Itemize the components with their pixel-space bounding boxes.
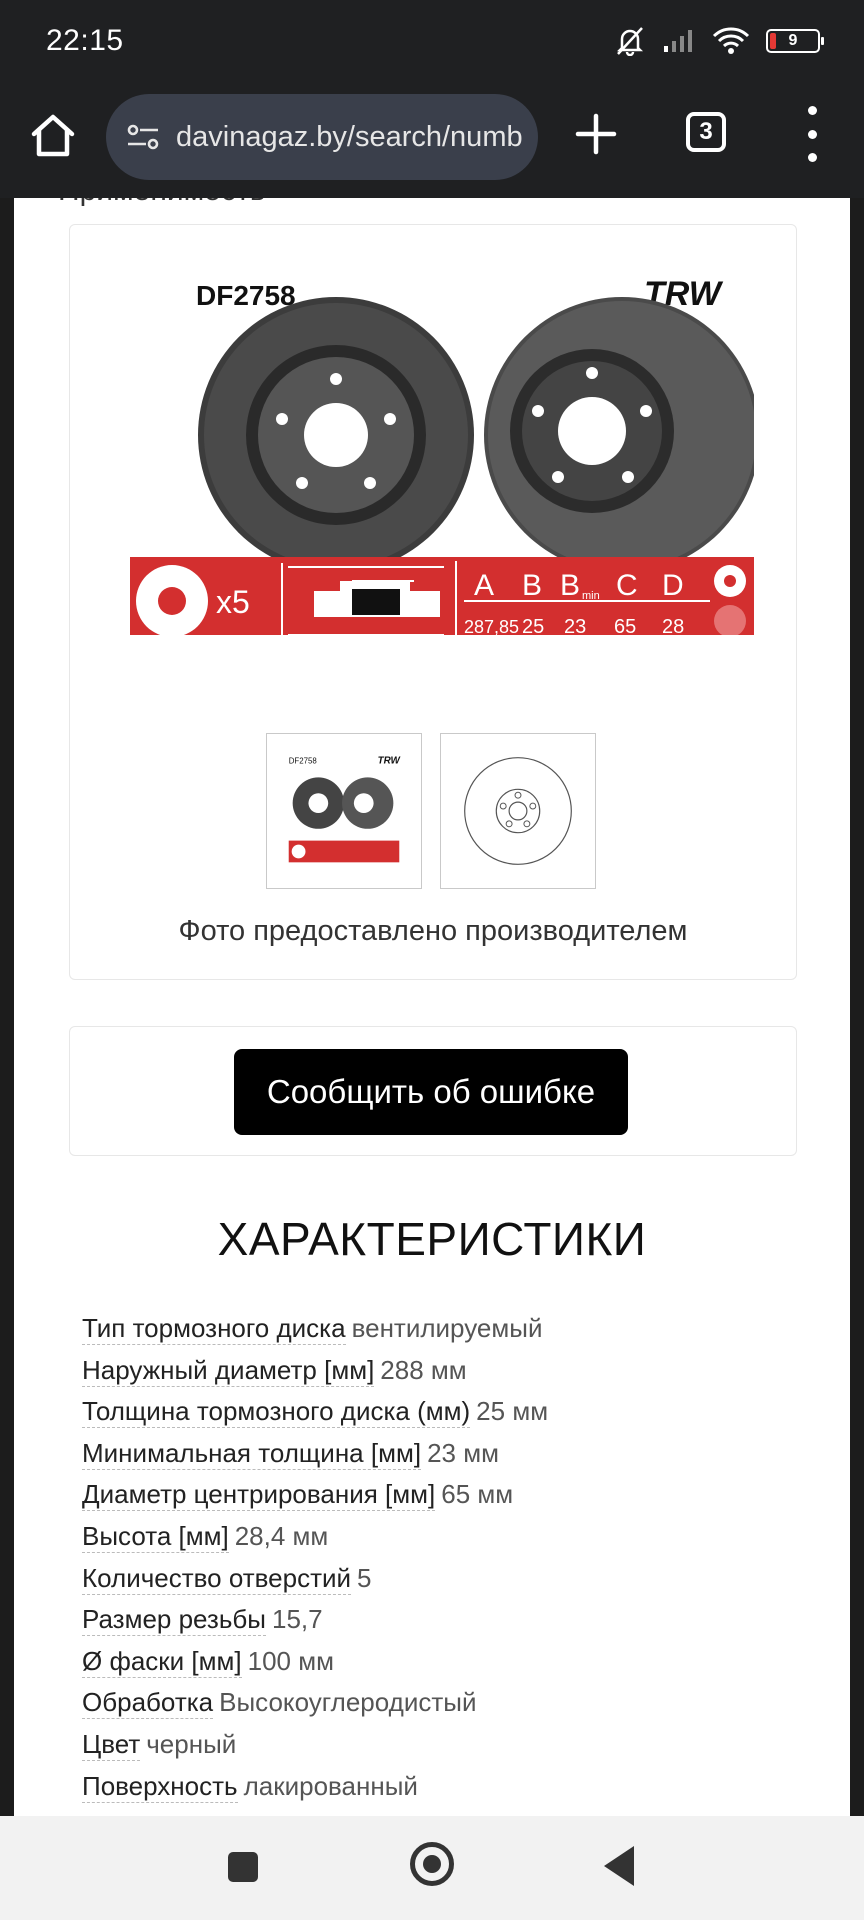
- part-number-label: DF2758: [196, 280, 296, 311]
- dim-value-c: 65: [614, 616, 636, 635]
- spec-key: Минимальная толщина [мм]: [82, 1437, 422, 1470]
- browser-toolbar: davinagaz.by/search/numb 3: [0, 88, 864, 198]
- status-icons: 9: [614, 26, 824, 56]
- spec-key: Цвет: [82, 1728, 141, 1761]
- report-error-button[interactable]: Сообщить об ошибке: [234, 1049, 628, 1135]
- spec-row: Ø фаски [мм] 100 мм: [82, 1643, 548, 1685]
- brake-disc-back: [484, 297, 754, 573]
- spec-row: Цвет черный: [82, 1726, 548, 1768]
- thumbnail-drawing[interactable]: [440, 733, 596, 889]
- thumbnail-product[interactable]: DF2758 TRW: [266, 733, 422, 889]
- spec-key: Поверхность: [82, 1770, 238, 1803]
- photo-caption: Фото предоставлено производителем: [178, 915, 688, 947]
- spec-key: Высота [мм]: [82, 1520, 229, 1553]
- status-bar: 22:15 9: [0, 0, 864, 88]
- spec-key: Тип тормозного диска: [82, 1313, 346, 1345]
- recents-icon[interactable]: [228, 1852, 258, 1882]
- spec-key: Обработка: [82, 1687, 214, 1720]
- spec-list: Тип тормозного диска вентилируемый Наружн…: [82, 1310, 548, 1809]
- dim-header-a: A: [474, 569, 494, 602]
- status-time: 22:15: [46, 24, 124, 57]
- spec-key: Толщина тормозного диска (мм): [82, 1396, 471, 1429]
- spec-value: черный: [146, 1728, 237, 1759]
- signal-icon: [664, 30, 692, 52]
- spec-row: Тип тормозного диска вентилируемый: [82, 1310, 548, 1352]
- site-settings-icon[interactable]: [126, 122, 160, 152]
- spec-row: Размер резьбы 15,7: [82, 1601, 548, 1643]
- product-image-card: DF2758 TRW x5 A B B min C D 287,85 25 23…: [69, 224, 797, 980]
- thumbnail-part-number: DF2758: [289, 757, 318, 766]
- spec-value: 15,7: [271, 1604, 323, 1635]
- section-header: Применимость: [58, 198, 265, 208]
- battery-level: 9: [788, 32, 798, 49]
- spec-value: лакированный: [243, 1770, 418, 1801]
- dim-value-d: 28: [662, 616, 684, 635]
- spec-row: Диаметр центрирования [мм] 65 мм: [82, 1476, 548, 1518]
- brake-disc-front: [198, 297, 474, 573]
- url-bar[interactable]: davinagaz.by/search/numb: [106, 94, 538, 180]
- spec-value: 5: [357, 1562, 372, 1593]
- thumbnail-strip: DF2758 TRW: [266, 733, 596, 889]
- spec-key: Размер резьбы: [82, 1604, 266, 1637]
- dim-header-bmin: B: [560, 569, 580, 602]
- tab-count: 3: [699, 118, 713, 145]
- home-circle-icon[interactable]: [410, 1842, 454, 1886]
- spec-value: 288 мм: [380, 1354, 467, 1385]
- spec-row: Обработка Высокоуглеродистый: [82, 1684, 548, 1726]
- page-content: Применимость DF2758 TRW: [14, 198, 850, 1816]
- tabs-icon[interactable]: 3: [686, 112, 726, 152]
- mute-bell-icon: [616, 27, 644, 56]
- spec-value: Высокоуглеродистый: [219, 1687, 477, 1718]
- dim-header-d: D: [662, 569, 684, 602]
- bolt-count-label: x5: [216, 584, 250, 620]
- dim-value-b: 25: [522, 616, 544, 635]
- spec-value: 25 мм: [476, 1396, 549, 1427]
- spec-row: Высота [мм] 28,4 мм: [82, 1518, 548, 1560]
- dim-header-c: C: [616, 569, 638, 602]
- battery-icon: 9: [766, 29, 824, 53]
- spec-row: Количество отверстий 5: [82, 1560, 548, 1602]
- spec-value: 28,4 мм: [234, 1520, 329, 1551]
- spec-row: Наружный диаметр [мм] 288 мм: [82, 1352, 548, 1394]
- system-nav-bar: [0, 1816, 864, 1920]
- spec-row: Поверхность лакированный: [82, 1768, 548, 1810]
- url-text[interactable]: davinagaz.by/search/numb: [176, 121, 523, 154]
- report-card: Сообщить об ошибке: [69, 1026, 797, 1156]
- spec-key: Диаметр центрирования [мм]: [82, 1479, 436, 1512]
- home-icon[interactable]: [28, 110, 78, 160]
- spec-key: Ø фаски [мм]: [82, 1645, 242, 1678]
- spec-value: 23 мм: [427, 1437, 499, 1468]
- dimension-table: x5 A B B min C D 287,85 25 23 65 28: [130, 557, 754, 635]
- dim-value-bmin: 23: [564, 616, 586, 635]
- thumbnail-brand: TRW: [378, 756, 402, 767]
- dim-value-a: 287,85: [464, 617, 519, 635]
- spec-value: 65 мм: [441, 1479, 514, 1510]
- wifi-icon: [712, 27, 750, 54]
- dim-header-b: B: [522, 569, 542, 602]
- specs-title: ХАРАКТЕРИСТИКИ: [217, 1213, 647, 1265]
- spec-key: Наружный диаметр [мм]: [82, 1354, 375, 1387]
- spec-row: Толщина тормозного диска (мм) 25 мм: [82, 1393, 548, 1435]
- spec-value: 100 мм: [247, 1645, 334, 1676]
- spec-value: вентилируемый: [351, 1313, 543, 1343]
- back-icon[interactable]: [604, 1846, 634, 1886]
- spec-key: Количество отверстий: [82, 1562, 352, 1595]
- product-image[interactable]: DF2758 TRW x5 A B B min C D 287,85 25 23…: [114, 255, 754, 635]
- menu-icon[interactable]: [800, 106, 824, 162]
- spec-row: Минимальная толщина [мм] 23 мм: [82, 1435, 548, 1477]
- plus-icon[interactable]: [572, 110, 620, 158]
